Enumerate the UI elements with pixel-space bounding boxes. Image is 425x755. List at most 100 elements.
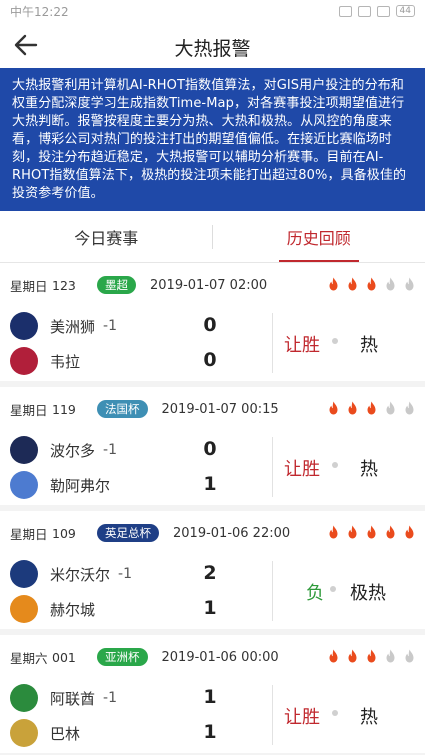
flame-icon (366, 649, 377, 666)
match-header: 星期日 119 法国杯 2019-01-07 00:15 (10, 399, 415, 419)
tab-divider (212, 225, 213, 249)
home-team-row: 波尔多 -1 (10, 435, 117, 465)
status-bar: 中午12:22 44 (0, 0, 425, 22)
home-team-row: 美洲狮 -1 (10, 311, 117, 341)
league-badge: 法国杯 (97, 400, 148, 418)
match-weekday: 星期日 (10, 526, 48, 542)
result-label: 让胜 (284, 335, 320, 356)
result-divider (272, 313, 273, 373)
flame-icon (404, 277, 415, 294)
match-number: 123 (52, 277, 76, 293)
match-header: 星期日 109 英足总杯 2019-01-06 22:00 (10, 523, 415, 543)
home-team-name: 米尔沃尔 (50, 565, 111, 584)
flame-icon (328, 277, 339, 294)
away-team-name: 赫尔城 (50, 600, 96, 619)
hull-city-logo-icon (10, 595, 38, 623)
match-datetime: 2019-01-07 00:15 (161, 401, 279, 417)
alarm-icon (338, 5, 352, 17)
match-card[interactable]: 星期日 119 法国杯 2019-01-07 00:15 波尔多 -1 0 勒阿弗尔 1 让胜 热 (0, 387, 425, 505)
result-divider (272, 685, 273, 745)
match-card[interactable]: 星期日 109 英足总杯 2019-01-06 22:00 米尔沃尔 -1 2 赫尔城 1 负 极热 (0, 511, 425, 629)
separator-dot (332, 462, 338, 468)
separator-dot (332, 710, 338, 716)
match-card[interactable]: 星期日 123 墨超 2019-01-07 02:00 美洲狮 -1 0 韦拉 0 让胜 热 (0, 263, 425, 381)
flame-icon (347, 525, 358, 542)
millwall-logo-icon (10, 560, 38, 588)
match-header: 星期六 001 亚洲杯 2019-01-06 00:00 (10, 647, 415, 667)
away-score: 1 (203, 473, 217, 495)
match-datetime: 2019-01-06 22:00 (173, 525, 291, 541)
separator-dot (332, 338, 338, 344)
heat-level: 热 (360, 459, 378, 480)
flame-icon (328, 401, 339, 418)
tab-history[interactable]: 历史回顾 (213, 211, 425, 262)
home-score: 0 (203, 314, 217, 336)
league-badge: 亚洲杯 (97, 648, 148, 666)
league-badge: 英足总杯 (97, 524, 159, 542)
result-label: 负 (306, 583, 324, 604)
flame-icon (404, 649, 415, 666)
handicap-value: -1 (103, 690, 117, 706)
home-team-row: 阿联酋 -1 (10, 683, 117, 713)
home-team-row: 米尔沃尔 -1 (10, 559, 132, 589)
handicap-value: -1 (103, 442, 117, 458)
match-weekday: 星期日 (10, 402, 48, 418)
league-badge: 墨超 (97, 276, 136, 294)
flame-icon (385, 649, 396, 666)
heat-level: 热 (360, 707, 378, 728)
match-datetime: 2019-01-07 02:00 (150, 277, 268, 293)
away-team-row: 赫尔城 (10, 594, 95, 624)
result-divider (272, 561, 273, 621)
match-weekday: 星期六 (10, 650, 48, 666)
home-score: 2 (203, 562, 217, 584)
home-team-name: 阿联酋 (50, 689, 96, 708)
page-title: 大热报警 (174, 38, 251, 60)
heat-flames (328, 277, 415, 294)
flame-icon (404, 525, 415, 542)
tab-bar: 今日赛事 历史回顾 (0, 211, 425, 263)
flame-icon (366, 401, 377, 418)
home-team-name: 波尔多 (50, 441, 96, 460)
flame-icon (385, 277, 396, 294)
home-team-name: 美洲狮 (50, 317, 96, 336)
away-score: 0 (203, 349, 217, 371)
veracruz-logo-icon (10, 347, 38, 375)
flame-icon (347, 401, 358, 418)
away-team-name: 勒阿弗尔 (50, 476, 111, 495)
flame-icon (328, 649, 339, 666)
pumas-logo-icon (10, 312, 38, 340)
le-havre-logo-icon (10, 471, 38, 499)
handicap-value: -1 (103, 318, 117, 334)
battery-icon: 44 (395, 5, 415, 17)
flame-icon (385, 401, 396, 418)
away-team-row: 韦拉 (10, 346, 80, 376)
flame-icon (366, 525, 377, 542)
flame-icon (404, 401, 415, 418)
status-time: 中午12:22 (10, 4, 69, 19)
match-number: 109 (52, 525, 76, 541)
match-card[interactable]: 星期六 001 亚洲杯 2019-01-06 00:00 阿联酋 -1 1 巴林 1 让胜 热 (0, 635, 425, 753)
flame-icon (347, 277, 358, 294)
signal-icon (357, 5, 371, 17)
uae-logo-icon (10, 684, 38, 712)
heat-flames (328, 401, 415, 418)
tab-today[interactable]: 今日赛事 (0, 211, 213, 262)
bordeaux-logo-icon (10, 436, 38, 464)
status-icons: 44 (338, 5, 415, 17)
home-score: 1 (203, 686, 217, 708)
home-score: 0 (203, 438, 217, 460)
info-banner: 大热报警利用计算机AI-RHOT指数值算法，对GIS用户投注的分布和权重分配深度… (0, 68, 425, 211)
result-label: 让胜 (284, 459, 320, 480)
match-number: 119 (52, 401, 76, 417)
handicap-value: -1 (118, 566, 132, 582)
match-number: 001 (52, 649, 76, 665)
away-team-name: 韦拉 (50, 352, 81, 371)
flame-icon (328, 525, 339, 542)
flame-icon (347, 649, 358, 666)
match-datetime: 2019-01-06 00:00 (161, 649, 279, 665)
flame-icon (366, 277, 377, 294)
away-score: 1 (203, 721, 217, 743)
separator-dot (330, 586, 336, 592)
flame-icon (385, 525, 396, 542)
away-team-row: 勒阿弗尔 (10, 470, 110, 500)
